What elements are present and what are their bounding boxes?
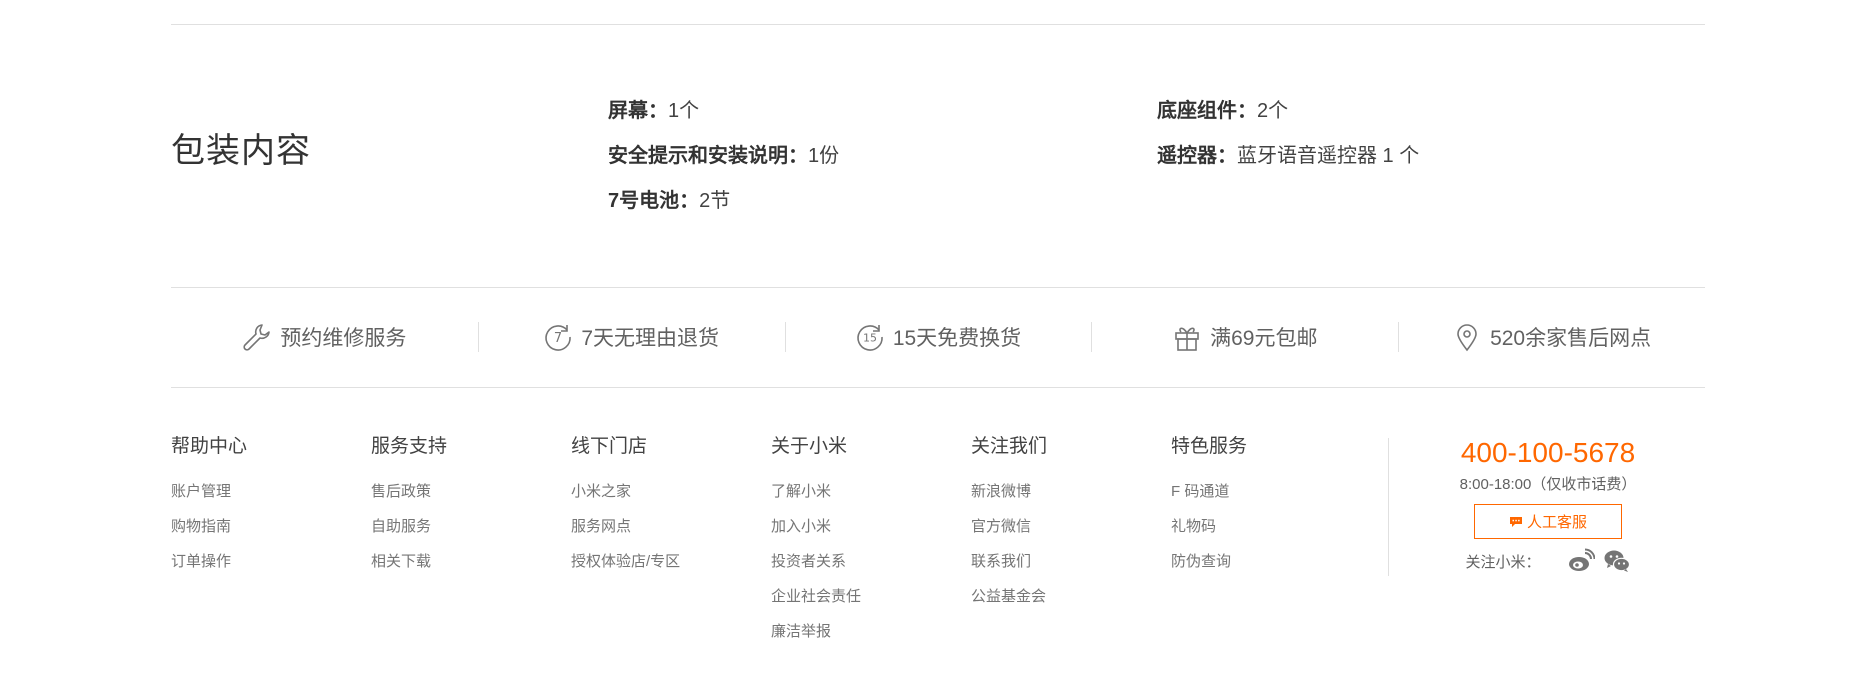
footer-link[interactable]: 了解小米 — [771, 482, 971, 517]
footer-link[interactable]: 售后政策 — [371, 482, 571, 517]
hotline-hours: 8:00-18:00（仅收市话费） — [1459, 476, 1637, 493]
follow-row: 关注小米： — [1389, 548, 1707, 574]
chat-bubble-icon — [1509, 516, 1522, 527]
footer-link[interactable]: 投资者关系 — [771, 552, 971, 587]
footer-col-help: 帮助中心 账户管理 购物指南 订单操作 — [171, 434, 371, 587]
wrench-icon — [242, 322, 272, 352]
footer-col-title: 关于小米 — [771, 436, 848, 457]
service-label: 520余家售后网点 — [1490, 327, 1652, 350]
footer-col-stores: 线下门店 小米之家 服务网点 授权体验店/专区 — [571, 434, 771, 587]
package-item: 屏幕：1个 — [608, 100, 700, 122]
svg-text:7: 7 — [554, 331, 562, 346]
footer-col-title: 线下门店 — [571, 436, 648, 457]
footer-link[interactable]: 小米之家 — [571, 482, 771, 517]
package-left-list: 屏幕：1个 安全提示和安装说明：1份 7号电池：2节 — [608, 96, 839, 231]
footer-col-special: 特色服务 F 码通道 礼物码 防伪查询 — [1171, 434, 1371, 587]
footer-link[interactable]: 加入小米 — [771, 517, 971, 552]
top-divider — [171, 24, 1705, 25]
footer-link[interactable]: 官方微信 — [971, 517, 1171, 552]
package-item: 7号电池：2节 — [608, 190, 731, 212]
package-item: 底座组件：2个 — [1157, 100, 1289, 122]
footer-col-follow: 关注我们 新浪微博 官方微信 联系我们 公益基金会 — [971, 434, 1171, 622]
footer-link[interactable]: 账户管理 — [171, 482, 371, 517]
fifteen-day-icon: 15 — [855, 322, 885, 352]
footer-link[interactable]: 廉洁举报 — [771, 622, 971, 657]
hotline-number: 400-100-5678 — [1460, 437, 1636, 468]
service-label: 7天无理由退货 — [581, 327, 720, 350]
footer-link[interactable]: 新浪微博 — [971, 482, 1171, 517]
follow-label: 关注小米： — [1465, 553, 1541, 571]
package-item: 安全提示和安装说明：1份 — [608, 145, 840, 167]
weibo-icon[interactable] — [1567, 548, 1595, 574]
service-shipping[interactable]: 满69元包邮 — [1091, 287, 1398, 387]
service-repair[interactable]: 预约维修服务 — [171, 287, 478, 387]
footer-link[interactable]: 企业社会责任 — [771, 587, 971, 622]
footer-col-title: 特色服务 — [1171, 436, 1248, 457]
live-chat-label: 人工客服 — [1526, 514, 1587, 531]
footer-col-title: 关注我们 — [971, 436, 1048, 457]
service-return[interactable]: 7 7天无理由退货 — [477, 287, 785, 387]
service-exchange[interactable]: 15 15天免费换货 — [784, 287, 1092, 387]
footer-link[interactable]: 自助服务 — [371, 517, 571, 552]
footer-col-support: 服务支持 售后政策 自助服务 相关下载 — [371, 434, 571, 587]
package-item: 遥控器：蓝牙语音遥控器 1 个 — [1157, 145, 1420, 167]
footer-link[interactable]: F 码通道 — [1171, 482, 1371, 517]
footer-link[interactable]: 礼物码 — [1171, 517, 1371, 552]
service-label: 15天免费换货 — [892, 327, 1022, 350]
wechat-icon[interactable] — [1603, 548, 1631, 574]
service-outlets[interactable]: 520余家售后网点 — [1398, 287, 1705, 387]
package-title: 包装内容 — [171, 132, 311, 170]
package-right-list: 底座组件：2个 遥控器：蓝牙语音遥控器 1 个 — [1157, 96, 1419, 186]
service-label: 预约维修服务 — [280, 327, 407, 350]
footer-col-about: 关于小米 了解小米 加入小米 投资者关系 企业社会责任 廉洁举报 — [771, 434, 971, 657]
svg-text:15: 15 — [863, 332, 877, 345]
footer-link[interactable]: 公益基金会 — [971, 587, 1171, 622]
seven-day-icon: 7 — [543, 322, 573, 352]
contact-panel: 400-100-5678 8:00-18:00（仅收市话费） 人工客服 关注小米… — [1388, 438, 1707, 576]
footer-link[interactable]: 相关下载 — [371, 552, 571, 587]
footer-link[interactable]: 购物指南 — [171, 517, 371, 552]
footer-link[interactable]: 订单操作 — [171, 552, 371, 587]
footer-link[interactable]: 服务网点 — [571, 517, 771, 552]
footer-link[interactable]: 授权体验店/专区 — [571, 552, 771, 587]
live-chat-button[interactable]: 人工客服 — [1474, 504, 1622, 539]
service-bottom-divider — [171, 387, 1705, 388]
gift-icon — [1172, 322, 1202, 352]
location-pin-icon — [1452, 322, 1482, 352]
footer-col-title: 帮助中心 — [171, 436, 248, 457]
service-bar: 预约维修服务 7 7天无理由退货 15 15天免费换货 满69元包邮 520余家… — [171, 287, 1705, 387]
footer-col-title: 服务支持 — [371, 436, 448, 457]
footer-link[interactable]: 联系我们 — [971, 552, 1171, 587]
footer-link[interactable]: 防伪查询 — [1171, 552, 1371, 587]
service-label: 满69元包邮 — [1210, 327, 1318, 350]
